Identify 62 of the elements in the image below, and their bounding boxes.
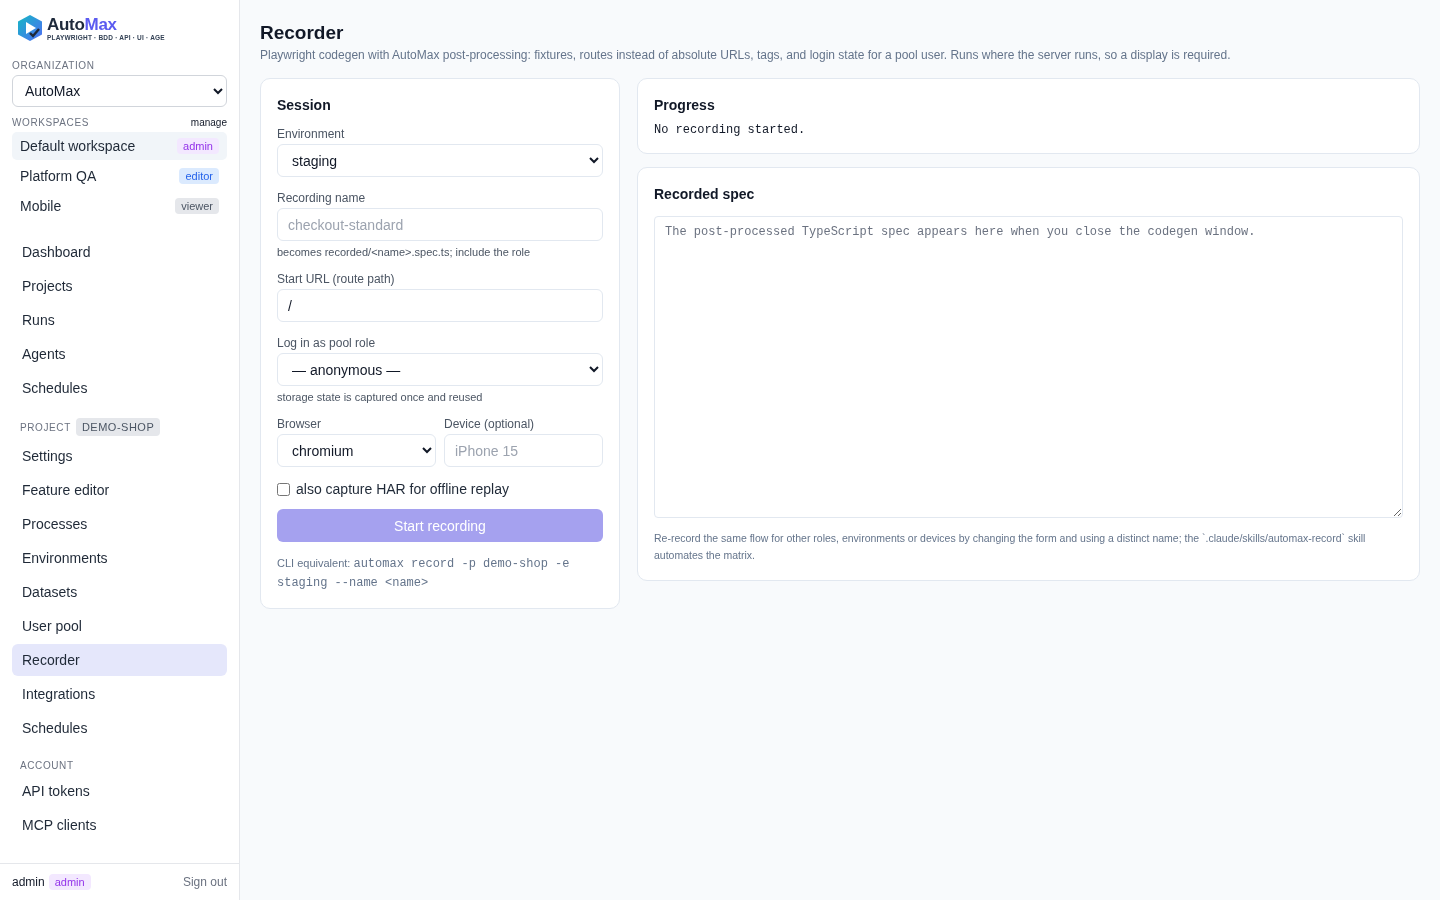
page-subtitle: Playwright codegen with AutoMax post-processing: fixtures, routes instead of absolute URLs, tags, and login state for a pool user. Runs where the server runs, so a display is required. xyxy=(260,48,1232,62)
environment-select[interactable]: staging xyxy=(277,144,603,177)
browser-select[interactable]: chromium xyxy=(277,434,436,467)
logo-icon xyxy=(17,14,43,42)
nav-item[interactable]: Integrations xyxy=(12,678,227,710)
field-label: Environment xyxy=(277,127,346,141)
role-badge: viewer xyxy=(175,198,219,214)
nav-item[interactable]: Projects xyxy=(12,270,227,302)
field-hint: storage state is captured once and reused xyxy=(277,391,484,403)
section-label: PROJECT xyxy=(20,421,71,433)
nav-item[interactable]: Processes xyxy=(12,508,227,540)
workspace-item[interactable]: Default workspace admin xyxy=(12,132,227,160)
workspace-item[interactable]: Platform QA editor xyxy=(12,162,227,190)
har-checkbox[interactable] xyxy=(277,482,290,496)
pool-role-select[interactable]: — anonymous — xyxy=(277,353,603,386)
role-badge: admin xyxy=(48,874,91,890)
role-badge: editor xyxy=(179,168,219,184)
brand-name: AutoMax xyxy=(47,15,118,34)
organization-select[interactable]: AutoMax xyxy=(12,75,227,107)
spec-note: Re-record the same flow for other roles, environments or devices by changing the form and using a distinct name; the `.claude/skills/automax-record` skill automates the matrix. xyxy=(654,531,1367,563)
nav-item[interactable]: Settings xyxy=(12,440,227,472)
workspace-name: Mobile xyxy=(20,198,62,214)
section-label: ORGANIZATION xyxy=(12,60,96,71)
field-label: Browser xyxy=(277,417,322,431)
field-hint: becomes recorded/<name>.spec.ts; include the role xyxy=(277,246,532,258)
nav-item[interactable]: API tokens xyxy=(12,775,227,807)
workspace-name: Default workspace xyxy=(20,138,136,154)
nav-item[interactable]: Schedules xyxy=(12,712,227,744)
nav-item[interactable]: Feature editor xyxy=(12,474,227,506)
device-field[interactable]: iPhone 15 xyxy=(444,434,603,467)
recording-name-field[interactable]: checkout-standard xyxy=(277,208,603,241)
nav-item[interactable]: Dashboard xyxy=(12,236,227,268)
user-name: admin xyxy=(12,875,45,889)
card-title: Session xyxy=(277,97,332,113)
section-label: ACCOUNT xyxy=(20,760,75,771)
nav-item[interactable]: Environments xyxy=(12,542,227,574)
progress-text: No recording started. xyxy=(654,123,807,137)
manage-link[interactable]: manage xyxy=(190,117,227,128)
sign-out-link[interactable]: Sign out xyxy=(182,875,227,889)
project-badge: DEMO-SHOP xyxy=(75,418,161,436)
nav-item[interactable]: User pool xyxy=(12,610,227,642)
card-title: Recorded spec xyxy=(654,186,756,202)
role-badge: admin xyxy=(177,138,219,154)
nav-item[interactable]: Recorder xyxy=(12,644,227,676)
page-title: Recorder xyxy=(260,22,345,44)
field-label: Start URL (route path) xyxy=(277,272,396,286)
spec-textarea[interactable]: The post-processed TypeScript spec appears here when you close the codegen window. xyxy=(654,216,1403,518)
nav-item[interactable]: MCP clients xyxy=(12,809,227,841)
nav-item[interactable]: Agents xyxy=(12,338,227,370)
field-label: Recording name xyxy=(277,191,367,205)
start-url-field[interactable]: / xyxy=(277,289,603,322)
cli-hint: CLI equivalent: automax record -p demo-shop -e staging --name <name> xyxy=(277,556,571,592)
nav-item[interactable]: Schedules xyxy=(12,372,227,404)
checkbox-label: also capture HAR for offline replay xyxy=(296,481,509,497)
field-label: Log in as pool role xyxy=(277,336,377,350)
field-label: Device (optional) xyxy=(444,417,536,431)
workspace-name: Platform QA xyxy=(20,168,97,184)
nav-item[interactable]: Runs xyxy=(12,304,227,336)
nav-item[interactable]: Datasets xyxy=(12,576,227,608)
card-title: Progress xyxy=(654,97,716,113)
workspace-item[interactable]: Mobile viewer xyxy=(12,192,227,220)
section-label: WORKSPACES xyxy=(12,117,89,128)
